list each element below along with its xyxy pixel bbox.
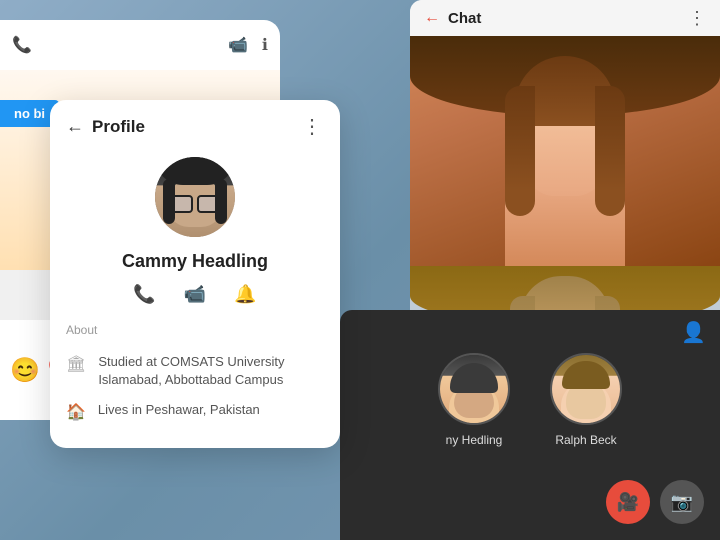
profile-back-button[interactable]: ← Profile xyxy=(66,116,145,137)
user-icon: 👤 xyxy=(681,322,706,344)
camera-icon: 🎥 xyxy=(617,492,639,513)
profile-location-text: Lives in Peshawar, Pakistan xyxy=(98,401,260,419)
chat-more-icon[interactable]: ⋮ xyxy=(688,8,706,29)
phone-icon[interactable]: 📞 xyxy=(12,35,32,55)
video-call-header: 👤 xyxy=(681,320,706,345)
profile-education-text: Studied at COMSATS University Islamabad,… xyxy=(98,353,324,389)
video-call-screen: 👤 ny Hedling Ralph Beck 🎥 xyxy=(340,310,720,540)
profile-header: ← Profile ⋮ xyxy=(50,100,340,147)
profile-about-label: About xyxy=(50,323,340,337)
avatar-name-2: Ralph Beck xyxy=(555,433,616,447)
chat-top-face xyxy=(410,36,720,266)
education-icon: 🏛 xyxy=(66,354,86,374)
profile-avatar[interactable] xyxy=(155,157,235,237)
camera-control-button[interactable]: 🎥 xyxy=(606,480,650,524)
profile-info-row-location: 🏠 Lives in Peshawar, Pakistan xyxy=(50,395,340,428)
video-avatar-item: ny Hedling xyxy=(438,353,510,447)
back-arrow-icon: ← xyxy=(66,116,84,137)
snapshot-control-button[interactable]: 📷 xyxy=(660,480,704,524)
video-controls: 🎥 📷 xyxy=(606,480,704,524)
profile-phone-icon[interactable]: 📞 xyxy=(133,284,155,305)
snapshot-icon: 📷 xyxy=(671,492,693,513)
profile-info-row-education: 🏛 Studied at COMSATS University Islamaba… xyxy=(50,347,340,395)
glasses-icon xyxy=(169,195,221,211)
video-avatars-container: ny Hedling Ralph Beck xyxy=(340,310,720,470)
profile-actions: 📞 📹 🔔 xyxy=(50,284,340,305)
profile-title: Profile xyxy=(92,117,145,137)
chat-title: Chat xyxy=(448,10,481,27)
emoji-1: 😊 xyxy=(10,356,40,385)
chat-photo-top xyxy=(410,36,720,266)
profile-more-icon[interactable]: ⋮ xyxy=(302,114,324,139)
main-card-header: 📞 📹 ℹ xyxy=(0,20,280,70)
info-icon[interactable]: ℹ xyxy=(262,35,268,55)
profile-avatar-face xyxy=(155,157,235,237)
profile-notification-icon[interactable]: 🔔 xyxy=(234,284,256,305)
avatar-circle-1 xyxy=(438,353,510,425)
profile-video-icon[interactable]: 📹 xyxy=(184,284,206,305)
location-icon: 🏠 xyxy=(66,402,86,422)
profile-name: Cammy Headling xyxy=(50,251,340,272)
profile-avatar-wrap xyxy=(50,157,340,237)
avatar-circle-2 xyxy=(550,353,622,425)
chat-header: ← Chat ⋮ xyxy=(410,0,720,36)
video-icon[interactable]: 📹 xyxy=(228,35,248,55)
avatar-name-1: ny Hedling xyxy=(446,433,503,447)
avatar-face-2 xyxy=(552,355,620,423)
video-avatar-item: Ralph Beck xyxy=(550,353,622,447)
profile-card: ← Profile ⋮ Cammy Headling 📞 📹 🔔 About xyxy=(50,100,340,448)
avatar-face-1 xyxy=(440,355,508,423)
chat-back-icon[interactable]: ← xyxy=(424,9,440,27)
